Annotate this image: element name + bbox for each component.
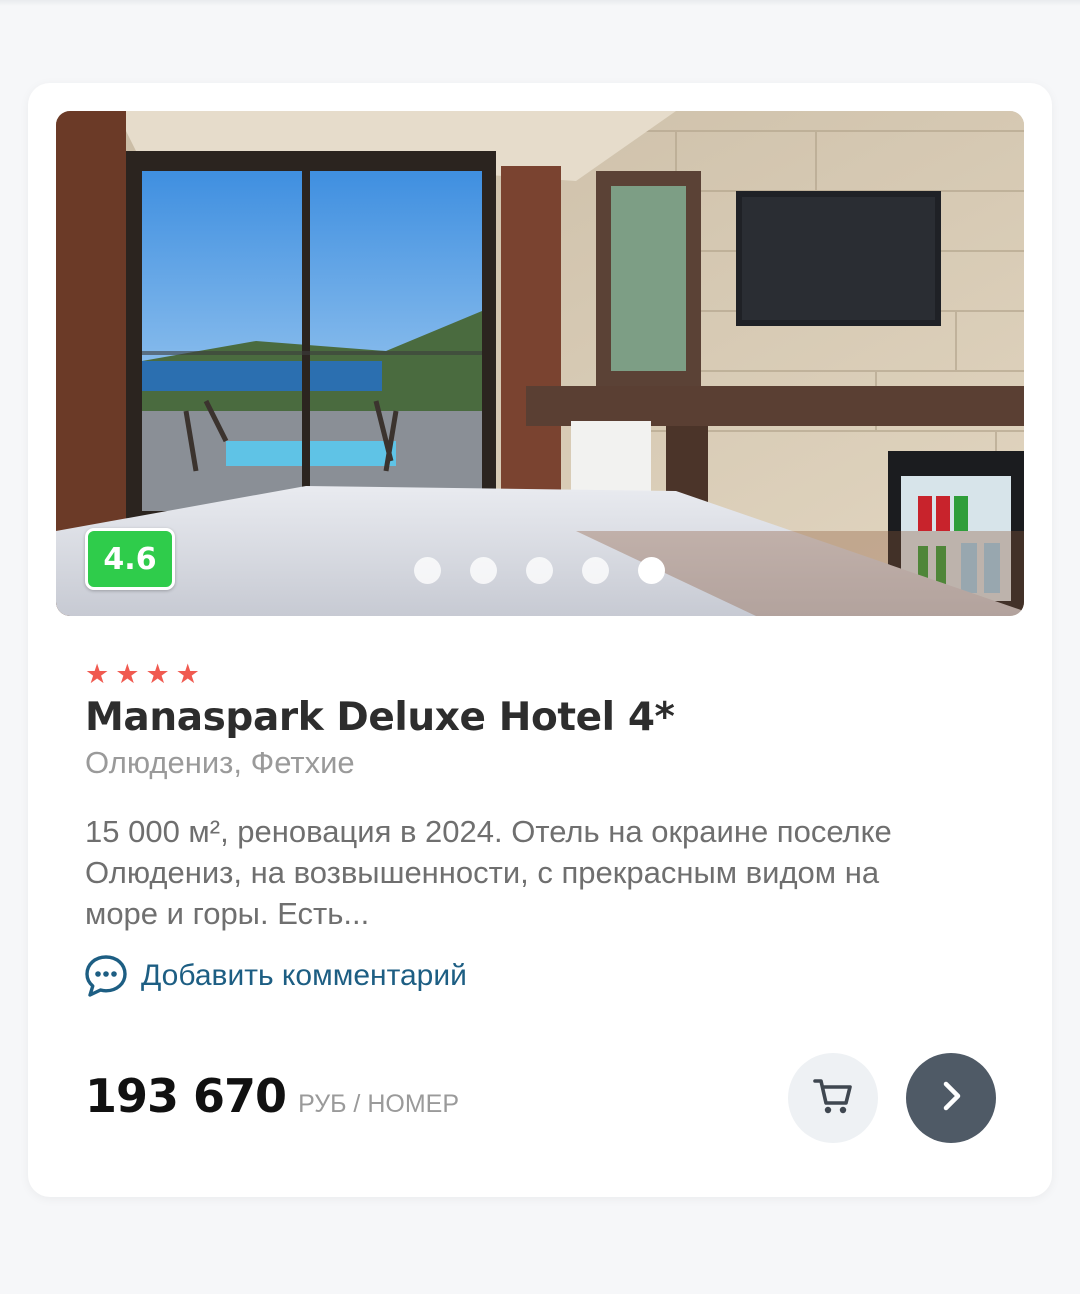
price-unit: РУБ / НОМЕР [298,1090,459,1118]
star-icon: ★ [85,659,110,690]
star-icon: ★ [145,659,170,690]
hotel-description: 15 000 м², реновация в 2024. Отель на ок… [85,814,892,931]
star-rating: ★ ★ ★ ★ [85,661,200,688]
hotel-name[interactable]: Manaspark Deluxe Hotel 4* [85,695,675,740]
carousel-dot-5-active[interactable] [638,557,665,584]
star-icon: ★ [175,659,200,690]
add-comment-link[interactable]: Добавить комментарий [83,953,467,999]
carousel-dot-2[interactable] [470,557,497,584]
carousel-dot-1[interactable] [414,557,441,584]
top-edge [0,0,1080,6]
hotel-location: Олюдениз, Фетхие [85,745,355,780]
price-value: 193 670 [85,1069,287,1123]
chat-bubble-icon [83,953,129,999]
carousel-dot-3[interactable] [526,557,553,584]
add-to-cart-button[interactable] [788,1053,878,1143]
rating-badge: 4.6 [85,528,175,590]
open-hotel-button[interactable] [906,1053,996,1143]
cart-icon [811,1074,855,1123]
hotel-room-photo [56,111,1024,616]
chevron-right-icon [933,1078,969,1119]
hotel-card[interactable]: 4.6 ★ ★ ★ ★ Manaspark Deluxe Hotel 4* Ол… [28,83,1052,1197]
add-comment-label: Добавить комментарий [141,959,467,992]
hotel-photo-carousel[interactable]: 4.6 [56,111,1024,616]
star-icon: ★ [115,659,140,690]
carousel-dot-4[interactable] [582,557,609,584]
carousel-dots[interactable] [414,557,665,584]
price-block: 193 670 РУБ / НОМЕР [85,1069,459,1123]
